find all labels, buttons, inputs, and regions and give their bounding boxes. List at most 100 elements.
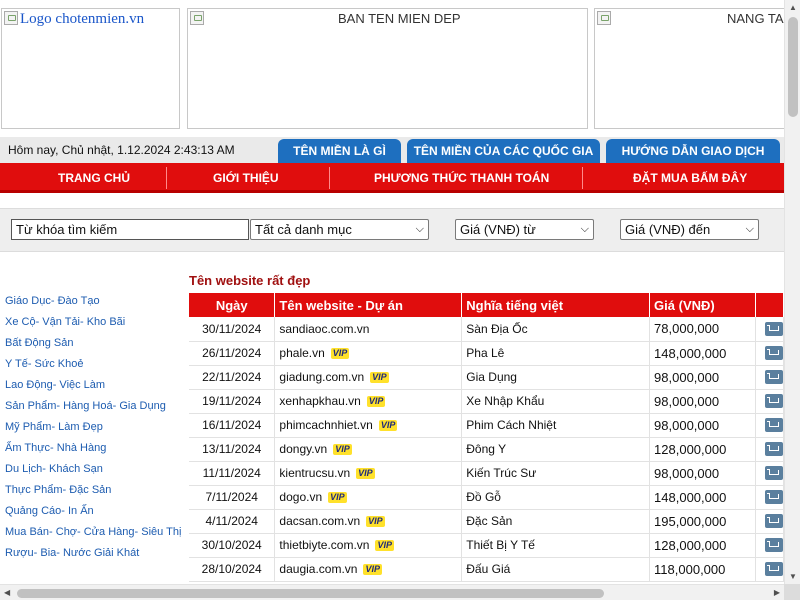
tab-domain-definition[interactable]: TÊN MIỀN LÀ GÌ [278, 139, 401, 163]
cart-icon[interactable] [764, 514, 783, 529]
broken-image-icon [597, 11, 611, 25]
category-link[interactable]: Rượu- Bia- Nước Giải Khát [5, 546, 183, 560]
category-link[interactable]: Giáo Dục- Đào Tạo [5, 294, 183, 308]
row-domain[interactable]: daugia.com.vn [279, 562, 357, 576]
cart-icon[interactable] [764, 538, 783, 553]
nav-payment-methods[interactable]: PHƯƠNG THỨC THANH TOÁN [374, 171, 549, 185]
row-domain-cell: dogo.vn VIP [274, 485, 463, 510]
main-nav: TRANG CHỦ GIỚI THIỆU PHƯƠNG THỨC THANH T… [0, 163, 784, 193]
category-link[interactable]: Xe Cộ- Vận Tải- Kho Bãi [5, 315, 183, 329]
category-link[interactable]: Lao Động- Việc Làm [5, 378, 183, 392]
vip-badge: VIP [330, 348, 350, 359]
row-price: 195,000,000 [649, 509, 756, 534]
row-price: 98,000,000 [649, 413, 756, 438]
row-date: 30/11/2024 [189, 317, 276, 342]
category-link[interactable]: Ẩm Thực- Nhà Hàng [5, 441, 183, 455]
table-row: 22/11/2024 giadung.com.vn VIP Gia Dụng 98,00… [189, 365, 785, 390]
chevron-down-icon: ⌵ [415, 223, 424, 235]
row-domain[interactable]: phale.vn [279, 346, 324, 360]
category-link[interactable]: Y Tế- Sức Khoẻ [5, 357, 183, 371]
nav-order[interactable]: ĐẶT MUA BẤM ĐÂY [633, 171, 747, 185]
cart-icon[interactable] [764, 346, 783, 361]
row-date: 28/10/2024 [189, 557, 276, 582]
row-domain[interactable]: sandiaoc.com.vn [279, 322, 369, 336]
row-date: 30/10/2024 [189, 533, 276, 558]
center-banner[interactable]: BAN TEN MIEN DEP [187, 8, 588, 129]
chevron-down-icon: ⌵ [580, 223, 589, 235]
category-link[interactable]: Thực Phẩm- Đặc Sản [5, 483, 183, 497]
row-domain[interactable]: dogo.vn [279, 490, 322, 504]
row-meaning: Pha Lê [461, 341, 651, 366]
cart-icon[interactable] [764, 418, 783, 433]
row-domain[interactable]: thietbiyte.com.vn [279, 538, 369, 552]
horizontal-scrollbar[interactable]: ◀ ▶ [0, 584, 784, 600]
row-domain-cell: kientrucsu.vn VIP [274, 461, 463, 486]
cart-icon[interactable] [764, 466, 783, 481]
cart-icon[interactable] [764, 370, 783, 385]
cart-icon[interactable] [764, 442, 783, 457]
table-row: 4/11/2024 dacsan.com.vn VIP Đặc Sản 195,000,… [189, 509, 785, 534]
row-date: 16/11/2024 [189, 413, 276, 438]
category-select[interactable]: Tất cả danh mục ⌵ [250, 219, 429, 240]
row-domain[interactable]: xenhapkhau.vn [279, 394, 360, 408]
table-row: 11/11/2024 kientrucsu.vn VIP Kiến Trúc Sư 98… [189, 461, 785, 486]
table-row: 30/11/2024 sandiaoc.com.vn Sàn Địa Ốc 78,00… [189, 317, 785, 342]
row-price: 98,000,000 [649, 461, 756, 486]
category-link[interactable]: Du Lịch- Khách Sạn [5, 462, 183, 476]
row-domain-cell: xenhapkhau.vn VIP [274, 389, 463, 414]
category-link[interactable]: Bất Động Sản [5, 336, 183, 350]
horizontal-scroll-thumb[interactable] [17, 589, 604, 598]
row-domain-cell: giadung.com.vn VIP [274, 365, 463, 390]
section-title: Tên website rất đẹp [189, 273, 311, 288]
vip-badge: VIP [366, 516, 385, 527]
price-to-select[interactable]: Giá (VNĐ) đến ⌵ [620, 219, 759, 240]
keyword-search-input[interactable]: Từ khóa tìm kiếm [11, 219, 249, 240]
nav-home[interactable]: TRANG CHỦ [58, 171, 130, 185]
category-select-value: Tất cả danh mục [255, 222, 352, 237]
row-meaning: Đồ Gỗ [461, 485, 651, 510]
scroll-left-icon[interactable]: ◀ [4, 588, 10, 597]
cart-icon[interactable] [764, 562, 783, 577]
vip-badge: VIP [363, 564, 382, 575]
table-header-row: Ngày Tên website - Dự án Nghĩa tiếng việ… [189, 293, 785, 317]
broken-image-icon [190, 11, 204, 25]
category-link[interactable]: Mỹ Phẩm- Làm Đẹp [5, 420, 183, 434]
scrollbar-corner [784, 584, 800, 600]
row-action-cell [755, 365, 785, 390]
scroll-right-icon[interactable]: ▶ [774, 588, 780, 597]
row-action-cell [755, 389, 785, 414]
nav-separator [329, 167, 330, 189]
vip-badge: VIP [328, 492, 347, 503]
category-link[interactable]: Sản Phẩm- Hàng Hoá- Gia Dụng [5, 399, 183, 413]
vertical-scroll-thumb[interactable] [788, 17, 798, 117]
price-from-select[interactable]: Giá (VNĐ) từ ⌵ [455, 219, 594, 240]
row-date: 13/11/2024 [189, 437, 276, 462]
row-domain-cell: dongy.vn VIP [274, 437, 463, 462]
row-meaning: Đông Y [461, 437, 651, 462]
cart-icon[interactable] [764, 394, 783, 409]
row-meaning: Phim Cách Nhiệt [461, 413, 651, 438]
right-banner[interactable]: NANG TAM [594, 8, 789, 129]
row-meaning: Xe Nhập Khẩu [461, 389, 651, 414]
row-domain[interactable]: dacsan.com.vn [279, 514, 360, 528]
category-link[interactable]: Quảng Cáo- In Ấn [5, 504, 183, 518]
nav-about[interactable]: GIỚI THIỆU [213, 171, 279, 185]
row-domain[interactable]: kientrucsu.vn [279, 466, 350, 480]
logo-banner[interactable]: Logo chotenmien.vn [1, 8, 180, 129]
tab-country-domains[interactable]: TÊN MIỀN CỦA CÁC QUỐC GIA [407, 139, 600, 163]
vertical-scrollbar[interactable]: ▲ ▼ [784, 0, 800, 584]
table-row: 26/11/2024 phale.vn VIP Pha Lê 148,000,000 [189, 341, 785, 366]
row-domain[interactable]: giadung.com.vn [279, 370, 364, 384]
row-domain[interactable]: phimcachnhiet.vn [279, 418, 372, 432]
cart-icon[interactable] [764, 322, 783, 337]
tab-transaction-guide[interactable]: HƯỚNG DẪN GIAO DỊCH [606, 139, 780, 163]
row-price: 128,000,000 [649, 533, 756, 558]
scroll-up-icon[interactable]: ▲ [789, 3, 797, 12]
row-date: 19/11/2024 [189, 389, 276, 414]
row-domain[interactable]: dongy.vn [279, 442, 327, 456]
scroll-down-icon[interactable]: ▼ [789, 572, 797, 581]
cart-icon[interactable] [764, 490, 783, 505]
category-link[interactable]: Mua Bán- Chợ- Cửa Hàng- Siêu Thị [5, 525, 183, 539]
row-action-cell [755, 509, 785, 534]
vip-badge: VIP [375, 540, 394, 551]
